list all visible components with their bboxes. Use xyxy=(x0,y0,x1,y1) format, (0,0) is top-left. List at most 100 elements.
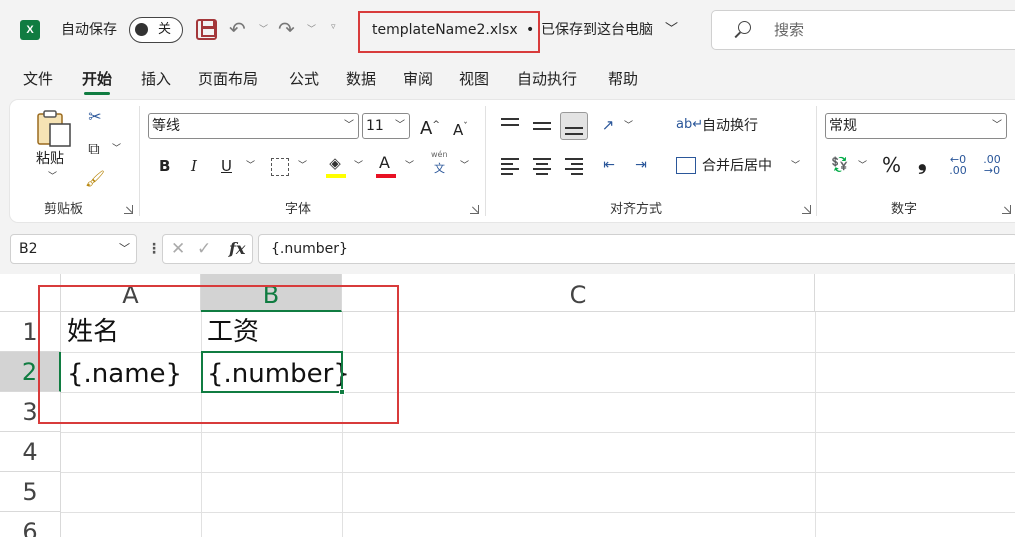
redo-dropdown-icon[interactable]: ﹀ xyxy=(307,22,316,35)
comma-style-button[interactable]: ❟ xyxy=(918,152,927,174)
underline-button[interactable]: U xyxy=(221,155,232,177)
tab-help[interactable]: 帮助 xyxy=(608,68,638,90)
font-group-label: 字体 xyxy=(285,202,312,217)
phonetic-dropdown-icon[interactable]: ﹀ xyxy=(460,155,469,177)
align-right-icon[interactable] xyxy=(565,158,583,175)
grid-line xyxy=(815,312,816,537)
orientation-icon[interactable]: ↗ xyxy=(597,114,619,136)
underline-dropdown-icon[interactable]: ﹀ xyxy=(246,155,255,177)
percent-button[interactable]: % xyxy=(882,154,901,176)
align-bottom-button[interactable] xyxy=(560,112,588,140)
undo-dropdown-icon[interactable]: ﹀ xyxy=(259,22,268,35)
align-center-icon[interactable] xyxy=(533,158,551,175)
font-name-combo[interactable]: 等线 ﹀ xyxy=(148,113,359,139)
cut-icon[interactable]: ✂ xyxy=(84,106,106,128)
chevron-down-icon: ﹀ xyxy=(992,120,1002,131)
paste-icon[interactable] xyxy=(36,110,72,148)
alignment-launcher-icon[interactable] xyxy=(802,205,811,214)
format-painter-icon[interactable]: 🖌 xyxy=(84,168,106,190)
grow-font-button[interactable]: A^ xyxy=(420,114,440,140)
italic-button[interactable]: I xyxy=(191,155,197,177)
bold-button[interactable]: B xyxy=(159,155,170,177)
tab-formulas[interactable]: 公式 xyxy=(289,68,319,90)
tab-review[interactable]: 审阅 xyxy=(403,68,433,90)
row-header-5[interactable]: 5 xyxy=(0,472,61,512)
file-name[interactable]: templateName2.xlsx xyxy=(372,20,518,40)
copy-dropdown-icon[interactable]: ﹀ xyxy=(112,138,121,160)
phonetic-top[interactable]: wén xyxy=(431,150,448,160)
font-color-button[interactable]: A xyxy=(379,152,390,174)
undo-icon[interactable]: ↶ xyxy=(229,17,246,41)
fill-color-icon[interactable]: ◈ xyxy=(324,152,346,174)
grow-font-glyph: A xyxy=(420,118,433,139)
column-header-c[interactable]: C xyxy=(342,274,815,312)
wrap-text-icon[interactable]: ab↵ xyxy=(676,114,703,136)
saved-status[interactable]: 已保存到这台电脑 xyxy=(541,20,653,40)
row-header-6[interactable]: 6 xyxy=(0,512,61,537)
font-size-combo[interactable]: 11 ﹀ xyxy=(362,113,410,139)
tab-data[interactable]: 数据 xyxy=(346,68,376,90)
phonetic-bottom[interactable]: 文 xyxy=(434,162,445,176)
title-bar: X 自动保存 关 ↶ ﹀ ↷ ﹀ ▿ templateName2.xlsx • … xyxy=(0,0,1015,60)
copy-icon[interactable]: ⧉ xyxy=(82,138,106,160)
cancel-icon[interactable]: ✕ xyxy=(171,238,185,260)
clipboard-launcher-icon[interactable] xyxy=(124,205,133,214)
tab-file[interactable]: 文件 xyxy=(23,68,53,90)
group-divider xyxy=(816,106,817,216)
row-header-4[interactable]: 4 xyxy=(0,432,61,472)
shrink-font-button[interactable]: Aˇ xyxy=(453,116,468,141)
align-left-icon[interactable] xyxy=(501,158,519,175)
font-launcher-icon[interactable] xyxy=(470,205,479,214)
search-box[interactable]: 搜索 xyxy=(711,10,1015,50)
borders-dropdown-icon[interactable]: ﹀ xyxy=(298,155,307,177)
number-group-label: 数字 xyxy=(891,202,918,217)
wrap-text-button[interactable]: 自动换行 xyxy=(702,115,758,137)
orientation-dropdown-icon[interactable]: ﹀ xyxy=(624,115,633,137)
more-options-icon[interactable]: ⋮ xyxy=(147,240,161,258)
insert-function-icon[interactable]: fx xyxy=(229,238,245,260)
tab-view[interactable]: 视图 xyxy=(459,68,489,90)
tab-home[interactable]: 开始 xyxy=(82,68,112,95)
enter-icon[interactable]: ✓ xyxy=(197,238,211,260)
align-bottom-icon xyxy=(565,121,583,135)
align-top-icon[interactable] xyxy=(501,118,519,132)
tab-insert[interactable]: 插入 xyxy=(141,68,171,90)
borders-icon[interactable] xyxy=(271,158,289,176)
font-name-value: 等线 xyxy=(152,118,180,134)
search-placeholder: 搜索 xyxy=(774,21,805,39)
autosave-toggle[interactable]: 关 xyxy=(129,17,183,43)
worksheet-grid[interactable]: A B C 1 2 3 4 5 6 姓名 工资 {.name} {.number… xyxy=(0,274,1015,537)
cells-annotation-box xyxy=(38,285,399,424)
shrink-font-glyph: A xyxy=(453,121,464,139)
redo-icon[interactable]: ↷ xyxy=(278,17,295,41)
tab-automate[interactable]: 自动执行 xyxy=(517,68,577,90)
chevron-down-icon: ﹀ xyxy=(395,120,405,131)
merge-center-button[interactable]: 合并后居中 xyxy=(702,155,772,177)
accounting-dropdown-icon[interactable]: ﹀ xyxy=(858,155,867,177)
save-icon[interactable] xyxy=(196,19,217,40)
merge-center-icon[interactable] xyxy=(676,157,696,174)
merge-dropdown-icon[interactable]: ﹀ xyxy=(791,155,800,177)
number-format-combo[interactable]: 常规 ﹀ xyxy=(825,113,1007,139)
title-separator: • xyxy=(526,22,535,38)
fill-color-dropdown-icon[interactable]: ﹀ xyxy=(354,155,363,177)
number-format-value: 常规 xyxy=(829,118,857,134)
chevron-down-icon[interactable]: ﹀ xyxy=(665,20,678,40)
tab-page-layout[interactable]: 页面布局 xyxy=(198,68,258,90)
font-color-dropdown-icon[interactable]: ﹀ xyxy=(405,155,414,177)
ribbon: 粘贴 ﹀ ✂ ⧉ ﹀ 🖌 剪贴板 等线 ﹀ 11 ﹀ A^ Aˇ B I U ﹀… xyxy=(10,100,1015,222)
font-color-swatch xyxy=(376,174,396,178)
formula-input[interactable]: {.number} xyxy=(258,234,1015,264)
name-box[interactable]: B2 ﹀ xyxy=(10,234,137,264)
paste-dropdown-icon[interactable]: ﹀ xyxy=(48,166,57,188)
align-middle-icon[interactable] xyxy=(533,120,551,134)
accounting-format-icon[interactable]: 💱 xyxy=(828,154,852,176)
decrease-decimal-icon[interactable]: .00 →0 xyxy=(980,154,1004,176)
grid-line xyxy=(61,512,1015,513)
decrease-indent-icon[interactable]: ⇤ xyxy=(598,154,620,176)
increase-decimal-icon[interactable]: ←0.00 xyxy=(946,154,970,176)
customize-qat-icon[interactable]: ▿ xyxy=(331,22,336,32)
column-header-d[interactable] xyxy=(815,274,1015,312)
increase-indent-icon[interactable]: ⇥ xyxy=(630,154,652,176)
number-launcher-icon[interactable] xyxy=(1002,205,1011,214)
